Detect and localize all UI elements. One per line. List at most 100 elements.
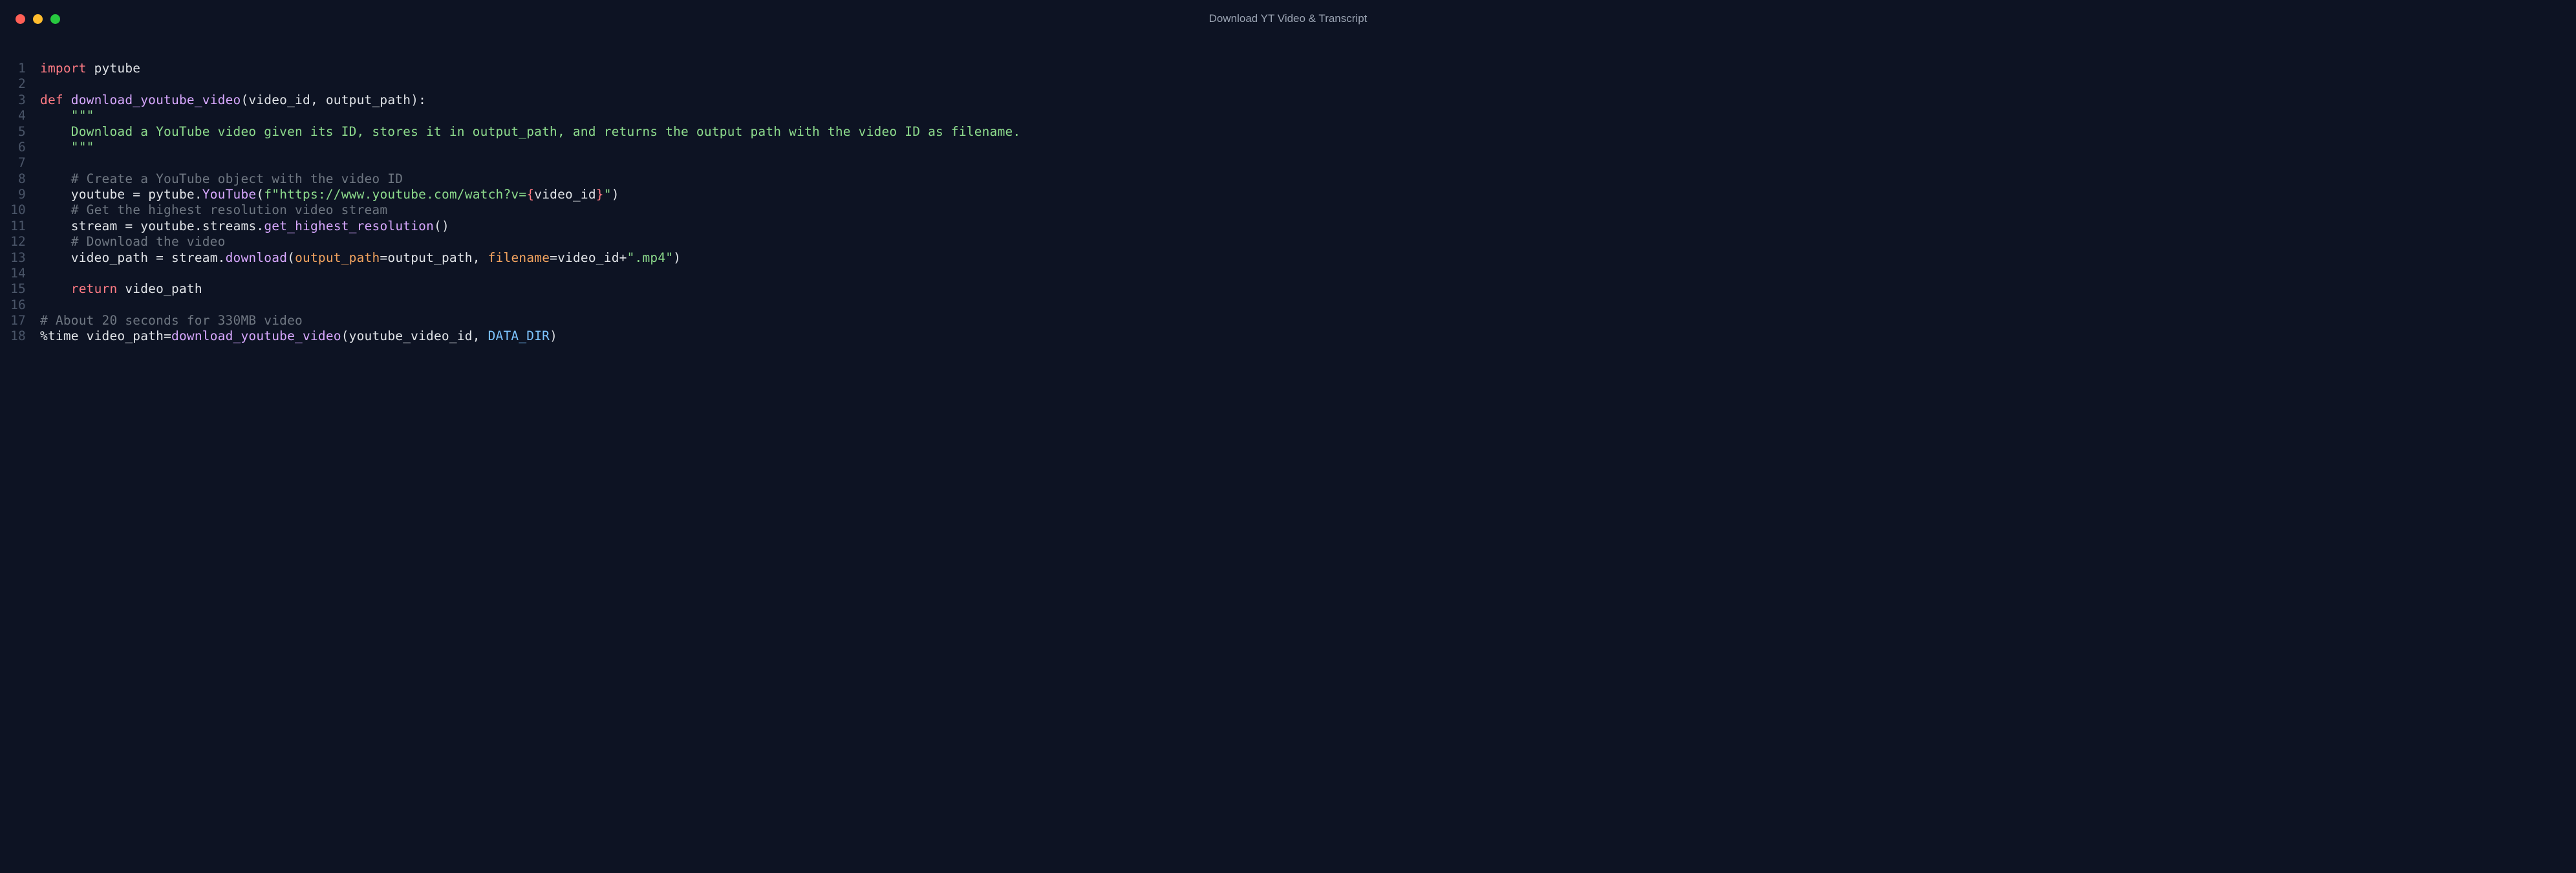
code-token: ( bbox=[287, 250, 295, 265]
code-content[interactable] bbox=[40, 266, 2576, 281]
code-line[interactable]: 6 """ bbox=[0, 140, 2576, 155]
code-token bbox=[40, 202, 71, 217]
code-token: () bbox=[434, 219, 449, 233]
code-token: """ bbox=[71, 140, 94, 155]
code-content[interactable]: stream = youtube.streams.get_highest_res… bbox=[40, 219, 2576, 234]
code-token: . bbox=[195, 219, 202, 233]
code-content[interactable]: def download_youtube_video(video_id, out… bbox=[40, 92, 2576, 108]
code-content[interactable]: Download a YouTube video given its ID, s… bbox=[40, 124, 2576, 140]
code-line[interactable]: 18%time video_path=download_youtube_vide… bbox=[0, 329, 2576, 344]
line-number: 8 bbox=[0, 171, 40, 187]
code-token bbox=[40, 124, 71, 139]
close-icon[interactable] bbox=[16, 14, 25, 24]
code-line[interactable]: 10 # Get the highest resolution video st… bbox=[0, 202, 2576, 218]
code-token: download_youtube_video bbox=[71, 92, 241, 107]
code-content[interactable]: youtube = pytube.YouTube(f"https://www.y… bbox=[40, 187, 2576, 202]
code-token bbox=[40, 171, 71, 186]
code-token: youtube bbox=[140, 219, 195, 233]
titlebar: Download YT Video & Transcript bbox=[0, 0, 2576, 38]
window-title: Download YT Video & Transcript bbox=[1209, 12, 1368, 25]
code-content[interactable]: %time video_path=download_youtube_video(… bbox=[40, 329, 2576, 344]
code-content[interactable]: """ bbox=[40, 140, 2576, 155]
code-token bbox=[133, 219, 140, 233]
traffic-lights bbox=[16, 14, 60, 24]
code-content[interactable]: # Download the video bbox=[40, 234, 2576, 250]
code-token: ) bbox=[612, 187, 619, 202]
code-content[interactable] bbox=[40, 297, 2576, 313]
code-token: output_path bbox=[387, 250, 472, 265]
code-token bbox=[40, 108, 71, 123]
line-number: 6 bbox=[0, 140, 40, 155]
code-line[interactable]: 2 bbox=[0, 76, 2576, 92]
code-content[interactable]: # Get the highest resolution video strea… bbox=[40, 202, 2576, 218]
code-content[interactable]: """ bbox=[40, 108, 2576, 124]
code-token: " bbox=[604, 187, 612, 202]
code-token: ( bbox=[256, 187, 264, 202]
code-token: stream bbox=[71, 219, 125, 233]
code-editor[interactable]: 1import pytube2 3def download_youtube_vi… bbox=[0, 38, 2576, 873]
code-line[interactable]: 16 bbox=[0, 297, 2576, 313]
code-token bbox=[40, 140, 71, 155]
code-line[interactable]: 11 stream = youtube.streams.get_highest_… bbox=[0, 219, 2576, 234]
code-token: # Get the highest resolution video strea… bbox=[71, 202, 388, 217]
code-token: def bbox=[40, 92, 63, 107]
code-content[interactable]: return video_path bbox=[40, 281, 2576, 297]
code-token: pytube bbox=[94, 61, 141, 76]
code-token: YouTube bbox=[202, 187, 257, 202]
code-token: download bbox=[226, 250, 288, 265]
code-content[interactable]: import pytube bbox=[40, 61, 2576, 76]
code-line[interactable]: 8 # Create a YouTube object with the vid… bbox=[0, 171, 2576, 187]
zoom-icon[interactable] bbox=[50, 14, 60, 24]
code-token: youtube bbox=[71, 187, 133, 202]
code-token: f"https://www.youtube.com/watch?v= bbox=[264, 187, 526, 202]
code-token: . bbox=[195, 187, 202, 202]
minimize-icon[interactable] bbox=[33, 14, 43, 24]
code-token: , bbox=[473, 329, 488, 343]
code-line[interactable]: 7 bbox=[0, 155, 2576, 171]
code-token: output_path bbox=[326, 92, 411, 107]
code-content[interactable]: # Create a YouTube object with the video… bbox=[40, 171, 2576, 187]
code-content[interactable]: video_path = stream.download(output_path… bbox=[40, 250, 2576, 266]
code-token: filename bbox=[488, 250, 550, 265]
code-token: video_id bbox=[557, 250, 619, 265]
code-line[interactable]: 4 """ bbox=[0, 108, 2576, 124]
code-token: ) bbox=[550, 329, 557, 343]
code-token bbox=[164, 250, 171, 265]
line-number: 4 bbox=[0, 108, 40, 124]
line-number: 7 bbox=[0, 155, 40, 171]
code-token: video_path bbox=[71, 250, 156, 265]
code-line[interactable]: 1import pytube bbox=[0, 61, 2576, 76]
line-number: 15 bbox=[0, 281, 40, 297]
code-line[interactable]: 3def download_youtube_video(video_id, ou… bbox=[0, 92, 2576, 108]
code-line[interactable]: 17# About 20 seconds for 330MB video bbox=[0, 313, 2576, 329]
code-token: = bbox=[133, 187, 140, 202]
line-number: 13 bbox=[0, 250, 40, 266]
code-line[interactable]: 12 # Download the video bbox=[0, 234, 2576, 250]
line-number: 16 bbox=[0, 297, 40, 313]
code-line[interactable]: 13 video_path = stream.download(output_p… bbox=[0, 250, 2576, 266]
code-token: , bbox=[310, 92, 326, 107]
code-content[interactable] bbox=[40, 155, 2576, 171]
code-token: . bbox=[218, 250, 226, 265]
code-line[interactable]: 15 return video_path bbox=[0, 281, 2576, 297]
code-line[interactable]: 14 bbox=[0, 266, 2576, 281]
code-token: { bbox=[526, 187, 534, 202]
line-number: 2 bbox=[0, 76, 40, 92]
code-token: = bbox=[156, 250, 164, 265]
code-token bbox=[40, 234, 71, 249]
code-token bbox=[40, 250, 71, 265]
code-line[interactable]: 9 youtube = pytube.YouTube(f"https://www… bbox=[0, 187, 2576, 202]
code-token: % bbox=[40, 329, 48, 343]
code-token: . bbox=[256, 219, 264, 233]
code-token: ".mp4" bbox=[627, 250, 674, 265]
code-content[interactable] bbox=[40, 76, 2576, 92]
code-line[interactable]: 5 Download a YouTube video given its ID,… bbox=[0, 124, 2576, 140]
code-token: youtube_video_id bbox=[349, 329, 473, 343]
line-number: 14 bbox=[0, 266, 40, 281]
code-token bbox=[63, 92, 71, 107]
code-token bbox=[40, 219, 71, 233]
code-token: get_highest_resolution bbox=[264, 219, 434, 233]
code-token bbox=[40, 187, 71, 202]
code-content[interactable]: # About 20 seconds for 330MB video bbox=[40, 313, 2576, 329]
code-token: # Download the video bbox=[71, 234, 226, 249]
